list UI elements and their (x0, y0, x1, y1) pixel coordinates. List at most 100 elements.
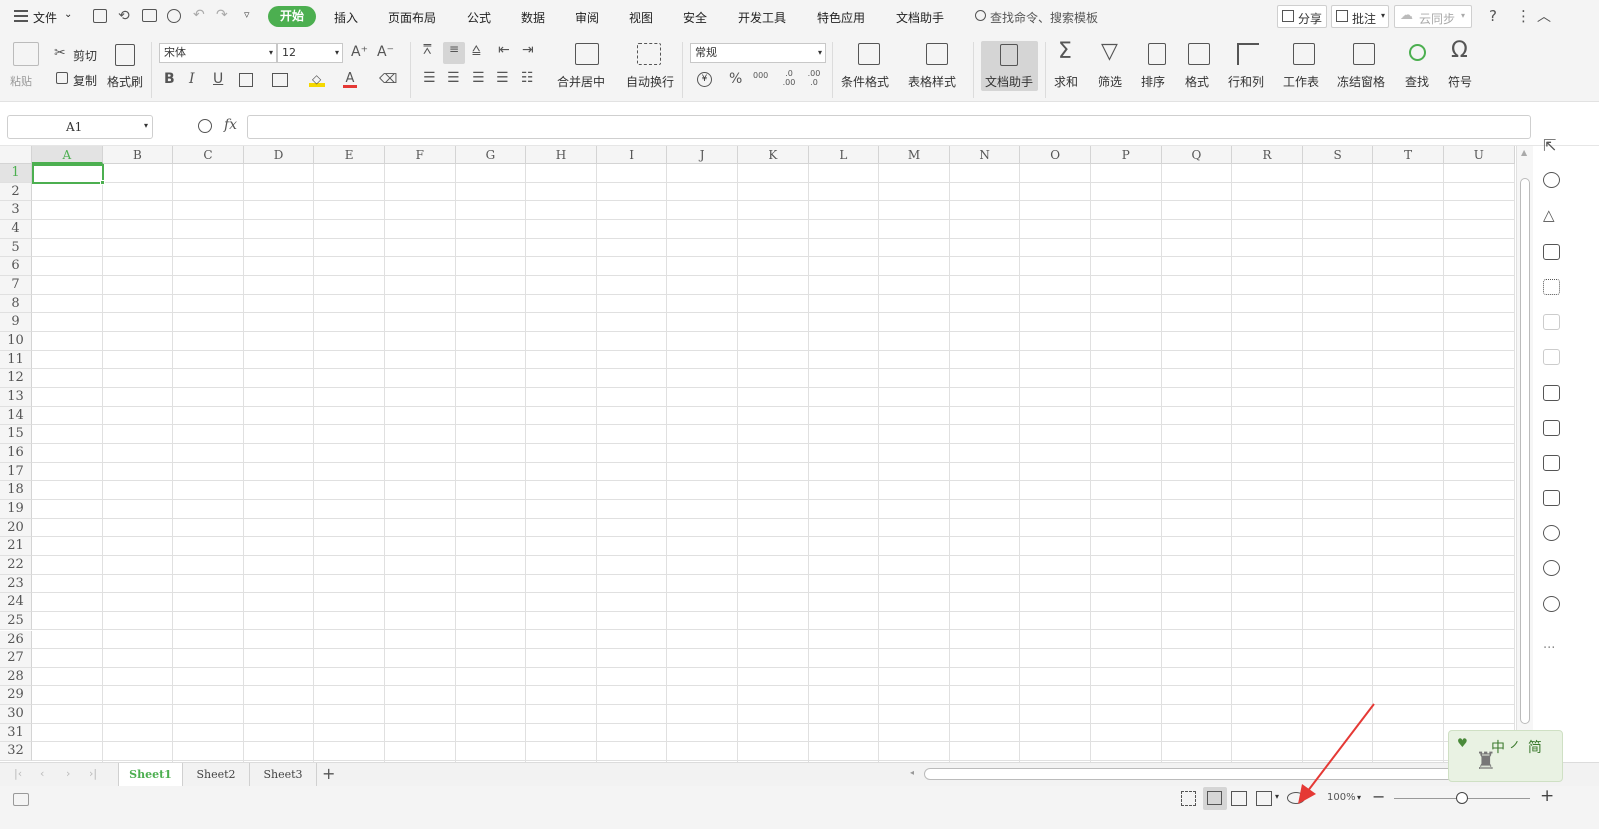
chevron-down-icon[interactable]: ⌄ (64, 9, 72, 20)
font-name-select[interactable]: 宋体 ▾ (159, 43, 277, 63)
scroll-thumb[interactable] (1520, 178, 1530, 724)
tab-developer[interactable]: 开发工具 (738, 9, 786, 26)
table-row[interactable] (32, 463, 1515, 482)
next-sheet-icon[interactable]: › (66, 767, 70, 780)
number-format-select[interactable]: 常规 ▾ (690, 43, 826, 63)
file-menu[interactable]: 文件 (33, 9, 57, 26)
row-header[interactable]: 6 (0, 257, 32, 276)
row-header[interactable]: 31 (0, 723, 32, 743)
row-header[interactable]: 32 (0, 742, 32, 762)
column-header[interactable]: S (1302, 146, 1374, 164)
shield-icon[interactable] (1543, 525, 1560, 541)
table-style-button[interactable]: 表格样式 (908, 73, 956, 90)
table-row[interactable] (32, 593, 1515, 612)
format-painter-button[interactable]: 格式刷 (107, 73, 143, 90)
tab-special-apps[interactable]: 特色应用 (817, 9, 865, 26)
style-icon[interactable]: △ (1543, 206, 1555, 224)
merge-center-button[interactable]: 合并居中 (557, 73, 605, 90)
font-size-select[interactable]: 12 ▾ (277, 43, 343, 63)
help-icon[interactable]: ? (1489, 7, 1497, 25)
normal-view-icon[interactable] (1203, 787, 1227, 810)
sheet-tab-sheet2[interactable]: Sheet2 (183, 763, 250, 787)
column-header[interactable]: U (1444, 146, 1515, 164)
table-row[interactable] (32, 276, 1515, 295)
table-row[interactable] (32, 313, 1515, 332)
cloud-link-icon[interactable]: ⟲ (118, 8, 130, 24)
tab-page-layout[interactable]: 页面布局 (388, 9, 436, 26)
indent-decrease-icon[interactable]: ⇤ (498, 42, 510, 58)
row-header[interactable]: 26 (0, 630, 32, 650)
clear-format-icon[interactable]: ⌫ (379, 72, 397, 87)
align-middle-icon[interactable]: ≡ (443, 42, 465, 64)
row-header[interactable]: 19 (0, 499, 32, 519)
column-header[interactable]: D (243, 146, 315, 164)
table-row[interactable] (32, 444, 1515, 463)
align-center-icon[interactable]: ☰ (447, 70, 460, 86)
row-header[interactable]: 11 (0, 350, 32, 370)
row-header[interactable]: 4 (0, 219, 32, 239)
archive-icon[interactable] (1543, 455, 1560, 471)
symbol-button[interactable]: 符号 (1448, 73, 1472, 90)
spreadsheet-grid[interactable]: A B C D E F G H I J K L M N O P Q R S T U 1 2 3 4 5 6 7 8 9 10 11 12 13 14… (0, 146, 1516, 762)
currency-icon[interactable]: ¥ (697, 72, 712, 87)
table-row[interactable] (32, 369, 1515, 388)
column-header[interactable]: P (1091, 146, 1162, 164)
filter-button[interactable]: 筛选 (1098, 73, 1122, 90)
table-row[interactable] (32, 537, 1515, 556)
column-header[interactable]: M (879, 146, 950, 164)
scroll-up-icon[interactable]: ▲ (1521, 148, 1527, 157)
row-header[interactable]: 15 (0, 425, 32, 444)
table-row[interactable] (32, 295, 1515, 314)
sheet-tab-sheet3[interactable]: Sheet3 (250, 763, 317, 787)
align-bottom-icon[interactable]: ⩠ (472, 42, 481, 58)
table-row[interactable] (32, 575, 1515, 594)
comment-button[interactable]: 批注 ▾ (1331, 5, 1389, 28)
row-header[interactable]: 9 (0, 313, 32, 332)
font-color-icon[interactable]: A (343, 71, 357, 88)
row-header[interactable]: 29 (0, 686, 32, 706)
first-sheet-icon[interactable]: |‹ (14, 767, 22, 780)
row-header[interactable]: 5 (0, 238, 32, 258)
name-box[interactable]: A1 ▾ (7, 115, 153, 139)
apps-icon[interactable] (1543, 279, 1560, 295)
quick-access-dropdown-icon[interactable]: ▿ (244, 8, 250, 21)
table-row[interactable] (32, 239, 1515, 258)
column-header[interactable]: J (667, 146, 738, 164)
row-header[interactable]: 8 (0, 294, 32, 314)
column-header[interactable]: N (949, 146, 1021, 164)
row-header[interactable]: 13 (0, 387, 32, 407)
column-header[interactable]: A (32, 146, 103, 164)
history-icon[interactable] (1543, 560, 1560, 576)
selected-cell[interactable] (32, 164, 104, 184)
horizontal-scrollbar[interactable]: ◂ (896, 767, 1536, 781)
wrap-text-button[interactable]: 自动换行 (626, 73, 674, 90)
align-top-icon[interactable]: ⩞ (423, 42, 432, 58)
column-header[interactable]: F (385, 146, 456, 164)
row-header[interactable]: 7 (0, 275, 32, 295)
borders-icon[interactable] (239, 73, 253, 87)
column-header[interactable]: K (738, 146, 809, 164)
paste-icon[interactable] (13, 42, 39, 66)
bold-button[interactable]: B (164, 71, 175, 87)
underline-button[interactable]: U (213, 71, 223, 87)
corner-select-all[interactable] (0, 146, 32, 164)
row-header[interactable]: 20 (0, 518, 32, 538)
scroll-left-icon[interactable]: ◂ (910, 768, 914, 777)
zoom-slider-handle[interactable] (1456, 792, 1468, 804)
more-icon[interactable]: ⋮ (1516, 7, 1531, 25)
table-row[interactable] (32, 500, 1515, 519)
table-row[interactable] (32, 612, 1515, 631)
picture-icon[interactable] (1543, 490, 1560, 506)
zoom-formula-icon[interactable] (198, 119, 212, 133)
table-row[interactable] (32, 351, 1515, 370)
redo-icon[interactable]: ↷ (216, 7, 228, 23)
column-header[interactable]: H (526, 146, 597, 164)
table-row[interactable] (32, 220, 1515, 239)
column-header[interactable]: C (173, 146, 244, 164)
row-header[interactable]: 28 (0, 667, 32, 687)
last-sheet-icon[interactable]: ›| (89, 767, 97, 780)
column-header[interactable]: B (102, 146, 174, 164)
fill-color-icon[interactable]: ◇ (309, 72, 325, 87)
justify-icon[interactable]: ☰ (496, 70, 509, 86)
row-header[interactable]: 22 (0, 555, 32, 575)
